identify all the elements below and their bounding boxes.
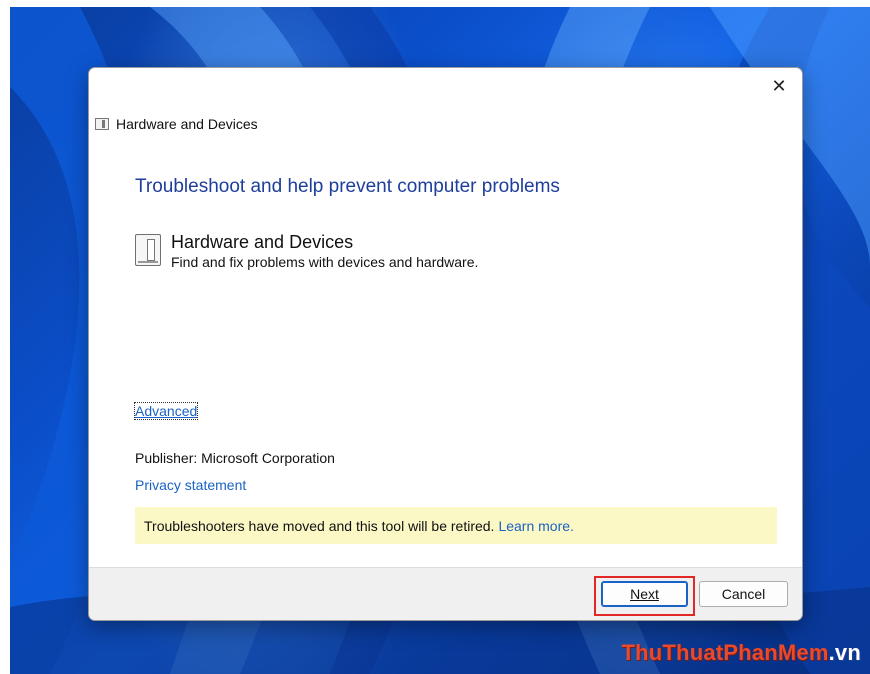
item-title: Hardware and Devices <box>171 232 354 252</box>
advanced-link[interactable]: Advanced <box>133 402 199 420</box>
close-icon: ✕ <box>771 75 787 96</box>
retirement-notice: Troubleshooters have moved and this tool… <box>135 507 777 544</box>
close-button[interactable]: ✕ <box>756 68 802 104</box>
hardware-small-icon <box>95 118 109 130</box>
next-button-label: Next <box>630 586 659 602</box>
learn-more-link[interactable]: Learn more. <box>498 518 573 534</box>
watermark: ThuThuatPhanMem.vn <box>622 640 862 666</box>
cancel-button[interactable]: Cancel <box>699 581 788 607</box>
cancel-button-label: Cancel <box>721 586 766 602</box>
hardware-icon <box>135 234 161 266</box>
publisher-label: Publisher: Microsoft Corporation <box>135 450 335 466</box>
watermark-part3: .vn <box>828 640 861 665</box>
next-button[interactable]: Next <box>601 581 688 607</box>
troubleshooter-item: Hardware and Devices Find and fix proble… <box>135 231 478 271</box>
watermark-part1: ThuThuat <box>621 640 724 665</box>
watermark-part2: PhanMem <box>723 640 829 665</box>
troubleshooter-dialog: ✕ Hardware and Devices Troubleshoot and … <box>88 67 803 621</box>
dialog-title: Hardware and Devices <box>116 116 258 132</box>
page-heading: Troubleshoot and help prevent computer p… <box>135 176 560 197</box>
privacy-statement-link[interactable]: Privacy statement <box>135 477 246 493</box>
dialog-titlebar: Hardware and Devices <box>95 114 258 134</box>
notice-text: Troubleshooters have moved and this tool… <box>144 517 495 534</box>
dialog-footer: Next Cancel <box>89 567 802 620</box>
item-description: Find and fix problems with devices and h… <box>171 254 479 270</box>
